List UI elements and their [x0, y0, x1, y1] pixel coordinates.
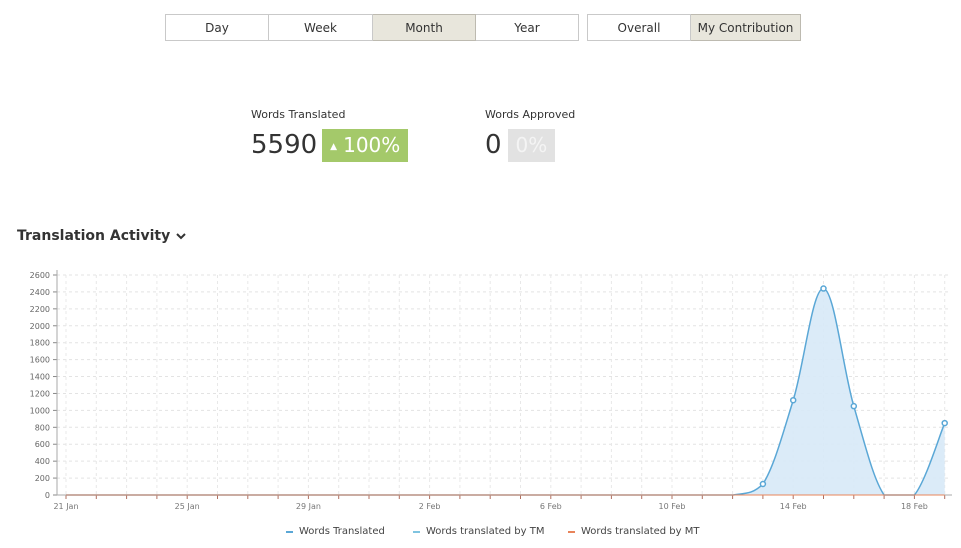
x-tick-label: 10 Feb	[659, 502, 686, 511]
translation-activity-dropdown[interactable]: Translation Activity	[17, 228, 186, 244]
tab-year[interactable]: Year	[476, 14, 579, 41]
words-approved-label: Words Approved	[485, 108, 576, 121]
series-area-words-translated	[66, 288, 945, 495]
words-translated-row: 5590 ▲ 100%	[251, 129, 409, 162]
x-tick-label: 29 Jan	[296, 502, 321, 511]
legend-swatch-mt	[568, 530, 575, 533]
x-tick-label: 25 Jan	[175, 502, 200, 511]
y-tick-label: 400	[35, 457, 50, 466]
y-tick-label: 0	[45, 491, 50, 500]
x-tick-label: 14 Feb	[780, 502, 807, 511]
words-translated-change-badge: ▲ 100%	[322, 129, 409, 162]
y-tick-label: 800	[35, 423, 50, 432]
period-toggle: Day Week Month Year	[165, 14, 579, 41]
x-tick-label: 18 Feb	[901, 502, 928, 511]
data-point	[941, 419, 948, 427]
translation-activity-chart: 0 200 400 600 800 1000 1200 1400 1600 1800 2000 220…	[30, 270, 952, 511]
y-tick-label: 2600	[30, 271, 50, 280]
legend-swatch-tm	[413, 530, 420, 533]
arrow-up-icon: ▲	[330, 142, 338, 152]
y-tick-label: 2400	[30, 288, 50, 297]
tab-month[interactable]: Month	[373, 14, 476, 41]
tab-my-contribution[interactable]: My Contribution	[691, 14, 801, 41]
chevron-down-icon	[176, 228, 186, 244]
data-point	[850, 402, 858, 410]
section-title: Translation Activity	[17, 228, 171, 244]
y-tick-label: 1200	[30, 389, 50, 398]
legend-label-mt: Words translated by MT	[581, 526, 700, 537]
y-tick-label: 1800	[30, 339, 50, 348]
scope-toggle: Overall My Contribution	[587, 14, 801, 41]
words-approved-value: 0	[485, 130, 502, 160]
y-tick-label: 1400	[30, 373, 50, 382]
data-point	[820, 285, 827, 292]
words-translated-change: 100%	[343, 133, 401, 157]
legend-swatch-translated	[286, 530, 293, 533]
y-tick-label: 1600	[30, 356, 50, 365]
legend-item-words-translated[interactable]: Words Translated	[286, 526, 385, 537]
y-tick-label: 200	[35, 474, 50, 483]
tab-overall[interactable]: Overall	[587, 14, 691, 41]
tab-week[interactable]: Week	[269, 14, 373, 41]
x-tick-label: 2 Feb	[419, 502, 441, 511]
words-approved-row: 0 0%	[485, 129, 575, 162]
data-point	[759, 480, 767, 488]
words-approved-change: 0%	[507, 129, 556, 162]
words-translated-stat: Words Translated 5590 ▲ 100%	[251, 108, 409, 162]
legend-label-tm: Words translated by TM	[426, 526, 545, 537]
legend-label-translated: Words Translated	[299, 526, 385, 537]
legend-item-words-tm[interactable]: Words translated by TM	[413, 526, 545, 537]
x-tick-label: 21 Jan	[53, 502, 78, 511]
data-point	[789, 396, 797, 404]
y-tick-label: 1000	[30, 406, 50, 415]
words-approved-stat: Words Approved 0 0%	[485, 108, 575, 162]
legend-item-words-mt[interactable]: Words translated by MT	[568, 526, 700, 537]
words-translated-value: 5590	[251, 130, 318, 160]
x-tick-label: 6 Feb	[540, 502, 562, 511]
y-tick-label: 2000	[30, 322, 50, 331]
y-tick-label: 600	[35, 440, 50, 449]
words-translated-label: Words Translated	[251, 108, 346, 121]
tab-day[interactable]: Day	[165, 14, 269, 41]
y-tick-label: 2200	[30, 305, 50, 314]
